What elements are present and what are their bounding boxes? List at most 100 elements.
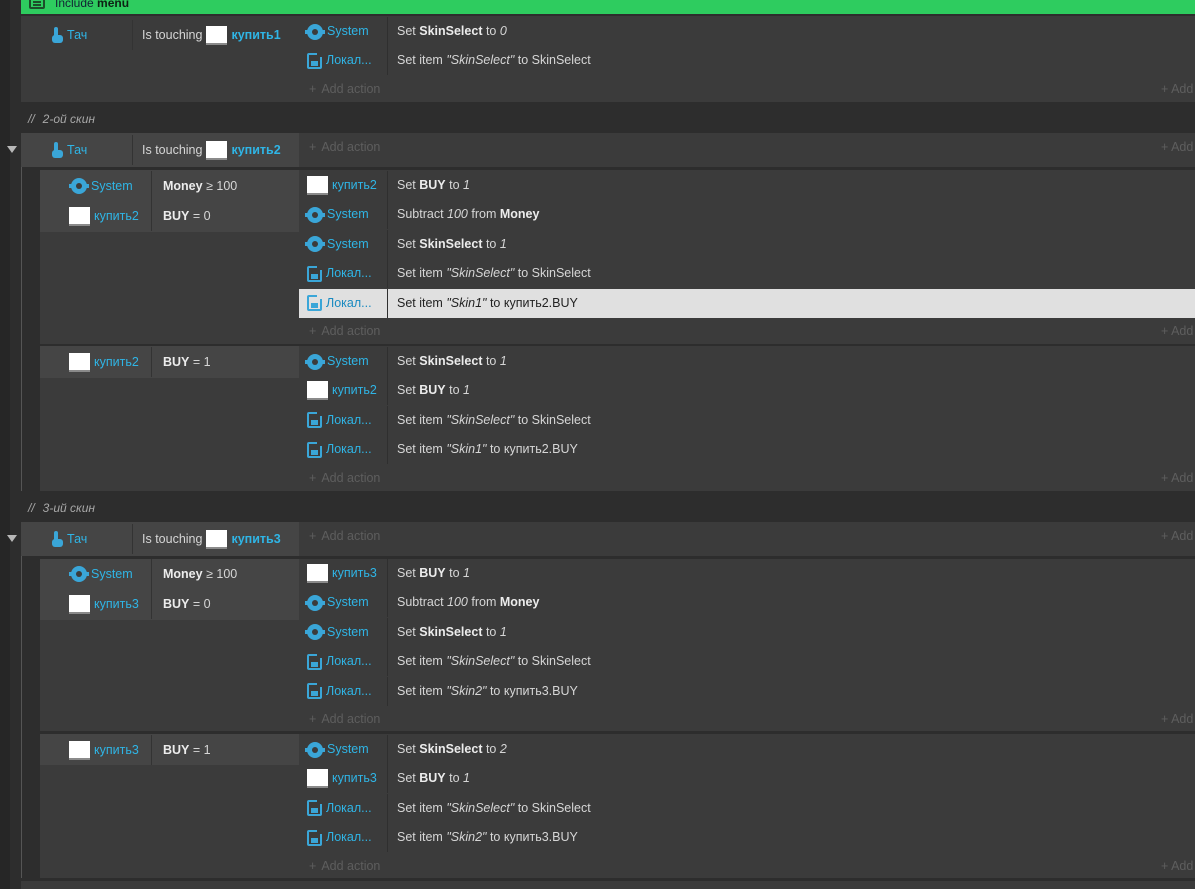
add-action-button[interactable]: + Add action [309, 136, 380, 158]
action-text[interactable]: Set item "SkinSelect" to SkinSelect [397, 794, 591, 823]
add-button-right[interactable]: + Add [1161, 78, 1195, 100]
action-object[interactable]: Локал... [307, 794, 372, 823]
action-text[interactable]: Set item "Skin2" to купить3.BUY [397, 823, 578, 852]
action-text[interactable]: Set SkinSelect to 2 [397, 735, 507, 764]
action-row[interactable]: Локал... Set item "Skin1" to купить2.BUY [299, 288, 1195, 318]
action-text[interactable]: Set item "Skin2" to купить3.BUY [397, 677, 578, 706]
action-row[interactable]: Локал... Set item "Skin1" to купить2.BUY [299, 435, 1195, 465]
action-object[interactable]: купить3 [307, 559, 377, 588]
action-text[interactable]: Set item "SkinSelect" to SkinSelect [397, 46, 591, 75]
action-text[interactable]: Set SkinSelect to 1 [397, 347, 507, 376]
action-text[interactable]: Subtract 100 from Money [397, 200, 539, 229]
action-text[interactable]: Set SkinSelect to 0 [397, 17, 507, 46]
action-row[interactable]: System Set SkinSelect to 2 [299, 735, 1195, 764]
comment-skin3[interactable]: //3-ий скин [21, 495, 1195, 521]
action-object[interactable]: System [305, 347, 369, 376]
event-1-trigger[interactable]: Тач Is touching купить1 [21, 20, 299, 50]
action-object[interactable]: Локал... [307, 259, 372, 288]
event-2[interactable]: Тач Is touching купить2 [21, 133, 1195, 167]
action-text[interactable]: Set SkinSelect to 1 [397, 618, 507, 647]
action-object[interactable]: купить2 [307, 376, 377, 405]
condition-object[interactable]: купить2 [69, 201, 139, 231]
condition-row[interactable]: System Money ≥ 100 [40, 171, 299, 201]
action-object[interactable]: купить2 [307, 171, 377, 200]
action-text[interactable]: Subtract 100 from Money [397, 588, 539, 617]
action-object[interactable]: System [305, 17, 369, 46]
action-text[interactable]: Set BUY to 1 [397, 559, 470, 588]
action-row[interactable]: System Set SkinSelect to 1 [299, 347, 1195, 376]
action-row[interactable]: Локал... Set item "SkinSelect" to SkinSel… [299, 259, 1195, 289]
add-action-button[interactable]: + Add action [309, 320, 380, 342]
add-action-button[interactable]: + Add action [309, 467, 380, 489]
action-row[interactable]: купить3 Set BUY to 1 [299, 764, 1195, 794]
action-row[interactable]: купить2 Set BUY to 1 [299, 171, 1195, 200]
action-row[interactable]: Локал... Set item "SkinSelect" to SkinSel… [299, 405, 1195, 435]
action-object[interactable]: System [305, 200, 369, 229]
action-object[interactable]: купить3 [307, 764, 377, 793]
add-action-button[interactable]: + Add action [309, 78, 380, 100]
action-object[interactable]: Локал... [307, 406, 372, 435]
action-row[interactable]: System Set SkinSelect to 1 [299, 229, 1195, 259]
include-row[interactable]: Include menu [21, 0, 1195, 14]
add-action-button[interactable]: + Add action [309, 708, 380, 730]
action-row[interactable]: Локал... Set item "SkinSelect" to SkinSel… [299, 46, 1195, 75]
action-row[interactable]: System Subtract 100 from Money [299, 588, 1195, 618]
action-text[interactable]: Set item "SkinSelect" to SkinSelect [397, 647, 591, 676]
action-row[interactable]: Локал... Set item "Skin2" to купить3.BUY [299, 823, 1195, 853]
add-action-button[interactable]: + Add action [309, 855, 380, 877]
add-button-right[interactable]: + Add [1161, 467, 1195, 489]
action-object[interactable]: System [305, 735, 369, 764]
add-button-right[interactable]: + Add [1161, 708, 1195, 730]
condition-text[interactable]: BUY = 1 [163, 347, 211, 377]
action-row[interactable]: Локал... Set item "SkinSelect" to SkinSel… [299, 793, 1195, 823]
condition-row[interactable]: System Money ≥ 100 [40, 559, 299, 589]
action-object[interactable]: Локал... [307, 46, 372, 75]
action-text[interactable]: Set item "Skin1" to купить2.BUY [397, 289, 578, 318]
condition-text[interactable]: BUY = 1 [163, 735, 211, 765]
action-row[interactable]: Локал... Set item "Skin2" to купить3.BUY [299, 676, 1195, 706]
action-object[interactable]: Локал... [307, 435, 372, 464]
action-row[interactable]: купить3 Set BUY to 1 [299, 559, 1195, 588]
condition-object[interactable]: System [69, 559, 133, 589]
condition-object[interactable]: System [69, 171, 133, 201]
condition-row[interactable]: купить3 BUY = 0 [40, 589, 299, 619]
action-object[interactable]: Локал... [307, 647, 372, 676]
action-text[interactable]: Set BUY to 1 [397, 376, 470, 405]
action-text[interactable]: Set item "Skin1" to купить2.BUY [397, 435, 578, 464]
action-object[interactable]: System [305, 618, 369, 647]
condition-object[interactable]: купить3 [69, 735, 139, 765]
condition-object[interactable]: купить3 [69, 589, 139, 619]
action-text[interactable]: Set BUY to 1 [397, 171, 470, 200]
add-button-right[interactable]: + Add [1161, 136, 1195, 158]
event-3-trigger[interactable]: Тач Is touching купить3 [21, 524, 299, 554]
action-row[interactable]: System Set SkinSelect to 0 [299, 17, 1195, 46]
next-event-partial[interactable] [21, 881, 1195, 889]
condition-text[interactable]: BUY = 0 [163, 589, 211, 619]
comment-skin2[interactable]: //2-ой скин [21, 106, 1195, 132]
action-object[interactable]: Локал... [307, 823, 372, 852]
condition-row[interactable]: купить2 BUY = 0 [40, 201, 299, 231]
add-button-right[interactable]: + Add [1161, 525, 1195, 547]
action-object[interactable]: Локал... [307, 289, 372, 318]
action-object[interactable]: System [305, 230, 369, 259]
action-text[interactable]: Set item "SkinSelect" to SkinSelect [397, 259, 591, 288]
add-button-right[interactable]: + Add [1161, 855, 1195, 877]
condition-row[interactable]: купить3 BUY = 1 [40, 735, 299, 765]
action-text[interactable]: Set SkinSelect to 1 [397, 230, 507, 259]
collapse-arrow-icon[interactable] [7, 535, 17, 542]
action-object[interactable]: System [305, 588, 369, 617]
action-text[interactable]: Set BUY to 1 [397, 764, 470, 793]
action-row[interactable]: Локал... Set item "SkinSelect" to SkinSel… [299, 647, 1195, 677]
condition-text[interactable]: Money ≥ 100 [163, 559, 237, 589]
action-object[interactable]: Локал... [307, 677, 372, 706]
add-button-right[interactable]: + Add [1161, 320, 1195, 342]
condition-text[interactable]: Money ≥ 100 [163, 171, 237, 201]
action-row[interactable]: System Set SkinSelect to 1 [299, 617, 1195, 647]
condition-object[interactable]: купить2 [69, 347, 139, 377]
condition-row[interactable]: купить2 BUY = 1 [40, 347, 299, 377]
action-row[interactable]: купить2 Set BUY to 1 [299, 376, 1195, 406]
event-3[interactable]: Тач Is touching купить3 [21, 522, 1195, 556]
condition-text[interactable]: BUY = 0 [163, 201, 211, 231]
collapse-arrow-icon[interactable] [7, 146, 17, 153]
action-row[interactable]: System Subtract 100 from Money [299, 200, 1195, 230]
